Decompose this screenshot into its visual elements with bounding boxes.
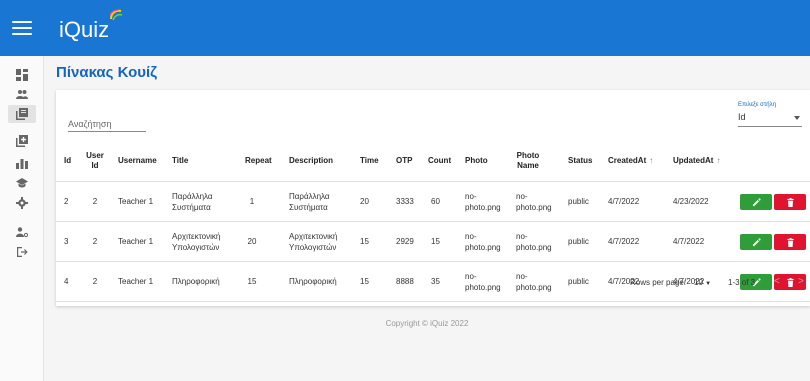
people-icon (16, 90, 28, 99)
library-books-icon (16, 108, 28, 120)
cell-otp: 3333 (396, 197, 414, 206)
menu-icon[interactable] (12, 21, 32, 35)
column-select-value: Id (738, 112, 746, 122)
cell-description: Παράλληλα Συστήματα (289, 191, 330, 212)
header-description[interactable]: Description (289, 140, 333, 181)
pencil-icon (752, 237, 761, 246)
cell-count: 60 (431, 197, 440, 206)
cell-description: Αρχιτεκτονική Υπολογιστών (289, 231, 338, 252)
header-otp[interactable]: OTP (396, 140, 412, 181)
sidebar-item-quizzes[interactable] (8, 105, 36, 123)
sidebar-item-settings[interactable] (11, 194, 33, 212)
settings-icon (16, 197, 28, 209)
cell-photo: no-photo.png (465, 231, 501, 252)
header-photo[interactable]: Photo (465, 140, 488, 181)
prev-page-button[interactable]: < (774, 276, 780, 287)
table-row: 3 2 Teacher 1 Αρχιτεκτονική Υπολογιστών 20 Αρ… (56, 222, 810, 262)
rows-per-page-value: 10 (694, 278, 703, 287)
header-status[interactable]: Status (568, 140, 592, 181)
rows-per-page-label: Rows per page: (630, 278, 687, 287)
search-input[interactable] (68, 116, 146, 132)
edit-button[interactable] (740, 234, 772, 250)
cell-time: 20 (360, 197, 369, 206)
header-updated-at-label: UpdatedAt (673, 155, 714, 165)
table-header-row: Id User Id Username Title Repeat Descrip… (56, 140, 810, 182)
rows-per-page-select[interactable]: 10 ▼ (694, 278, 711, 287)
cell-repeat: 1 (249, 197, 255, 206)
header-photo-name[interactable]: Photo Name (511, 140, 545, 181)
column-select-label: Επιλεξε στήλη (738, 102, 776, 108)
cell-otp: 2929 (396, 237, 414, 246)
cell-username: Teacher 1 (118, 237, 154, 246)
cell-status: public (568, 197, 589, 206)
page-range: 1-3 of 3 (728, 278, 756, 287)
cell-updated-at: 4/23/2022 (673, 197, 709, 206)
next-page-button[interactable]: > (798, 276, 804, 287)
cell-username: Teacher 1 (118, 197, 154, 206)
cell-user-id: 2 (92, 197, 98, 206)
cell-photo-name: no-photo.png (516, 231, 552, 252)
cell-status: public (568, 237, 589, 246)
cell-id: 2 (64, 197, 69, 206)
quiz-table-card: Επιλεξε στήλη Id Id User Id Username Tit… (56, 90, 810, 306)
table-row: 2 2 Teacher 1 Παράλληλα Συστήματα 1 Παράλληλα… (56, 182, 810, 222)
cell-title: Παράλληλα Συστήματα (172, 191, 213, 212)
logout-icon (17, 247, 28, 257)
sidebar-item-logout[interactable] (11, 243, 33, 261)
app-logo[interactable]: iQuiz (59, 9, 123, 43)
cell-repeat: 20 (247, 237, 257, 246)
pagination: Rows per page: 10 ▼ 1-3 of 3 < > (56, 262, 810, 306)
cell-time: 15 (360, 237, 369, 246)
user-key-icon (16, 227, 28, 238)
header-repeat[interactable]: Repeat (245, 140, 272, 181)
sort-arrow-icon: ↑ (716, 155, 721, 165)
pencil-icon (752, 197, 761, 206)
column-select[interactable]: Επιλεξε στήλη Id (738, 102, 802, 127)
sidebar-item-dashboard[interactable] (11, 66, 33, 84)
cell-count: 15 (431, 237, 440, 246)
header-updated-at[interactable]: UpdatedAt ↑ (673, 140, 720, 181)
cell-photo: no-photo.png (465, 191, 501, 212)
sidebar-item-school[interactable] (11, 174, 33, 192)
logo-mark-icon (109, 9, 123, 21)
cell-created-at: 4/7/2022 (608, 237, 640, 246)
header-created-at[interactable]: CreatedAt ↑ (608, 140, 653, 181)
bar-chart-icon (16, 159, 28, 169)
cell-updated-at: 4/7/2022 (673, 237, 705, 246)
dashboard-icon (16, 69, 28, 81)
sidebar-item-users[interactable] (11, 85, 33, 103)
header-user-id[interactable]: User Id (83, 140, 107, 181)
header-count[interactable]: Count (428, 140, 451, 181)
sidebar-item-statistics[interactable] (11, 154, 33, 172)
page-title: Πίνακας Κουίζ (56, 64, 158, 81)
sidebar (0, 56, 44, 381)
sidebar-item-account[interactable] (11, 223, 33, 241)
cell-id: 3 (64, 237, 69, 246)
trash-icon (786, 197, 794, 207)
edit-button[interactable] (740, 194, 772, 210)
delete-button[interactable] (774, 234, 806, 250)
app-title: iQuiz (59, 17, 110, 42)
header-username[interactable]: Username (118, 140, 157, 181)
header-title[interactable]: Title (172, 140, 188, 181)
add-box-icon (16, 135, 28, 147)
column-select-box[interactable]: Id (738, 111, 802, 127)
school-icon (16, 178, 28, 188)
caret-down-icon (794, 116, 800, 120)
header-time[interactable]: Time (360, 140, 379, 181)
cell-title: Αρχιτεκτονική Υπολογιστών (172, 231, 221, 252)
cell-created-at: 4/7/2022 (608, 197, 640, 206)
delete-button[interactable] (774, 194, 806, 210)
header-created-at-label: CreatedAt (608, 155, 647, 165)
footer: Copyright © iQuiz 2022 (385, 319, 469, 328)
app-bar: iQuiz (0, 0, 810, 56)
trash-icon (786, 237, 794, 247)
cell-photo-name: no-photo.png (516, 191, 552, 212)
sidebar-item-add-quiz[interactable] (11, 132, 33, 150)
sort-arrow-icon: ↑ (649, 155, 654, 165)
cell-user-id: 2 (92, 237, 98, 246)
caret-down-icon: ▼ (705, 281, 712, 287)
header-id[interactable]: Id (64, 140, 71, 181)
